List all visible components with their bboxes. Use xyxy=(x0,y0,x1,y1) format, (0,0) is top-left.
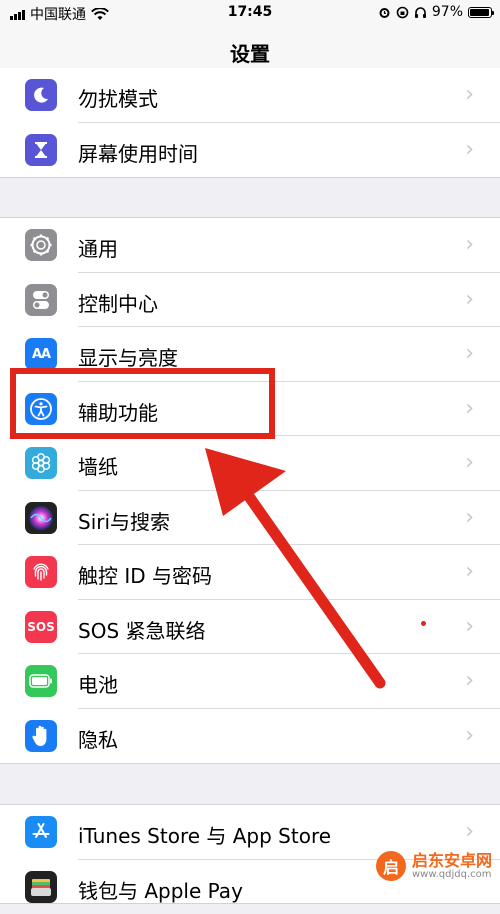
settings-row-privacy[interactable]: 隐私 › xyxy=(0,709,500,764)
battery-app-icon xyxy=(25,665,57,697)
settings-group-general: 通用 › 控制中心 › AA 显示与亮度 › 辅助功能 › xyxy=(0,217,500,764)
chevron-right-icon: › xyxy=(465,615,474,639)
settings-row-battery[interactable]: 电池 › xyxy=(0,654,500,709)
aa-icon: AA xyxy=(25,338,57,370)
chevron-right-icon: › xyxy=(465,138,474,162)
settings-row-label: 屏幕使用时间 xyxy=(78,138,198,167)
chevron-right-icon: › xyxy=(465,233,474,257)
highlight-box xyxy=(10,368,275,439)
status-bar: 中国联通 17:45 97% xyxy=(0,0,500,24)
battery-icon xyxy=(468,7,492,18)
watermark-title: 启东安卓网 xyxy=(412,852,492,870)
settings-row-control-center[interactable]: 控制中心 › xyxy=(0,273,500,328)
settings-row-general[interactable]: 通用 › xyxy=(0,218,500,273)
chevron-right-icon: › xyxy=(465,669,474,693)
page-title: 设置 xyxy=(230,38,270,67)
chevron-right-icon: › xyxy=(465,342,474,366)
rotation-lock-icon xyxy=(396,6,409,19)
chevron-right-icon: › xyxy=(465,83,474,107)
watermark-url: www.qdjdq.com xyxy=(412,869,492,880)
settings-row-label: iTunes Store 与 App Store xyxy=(78,820,331,849)
chevron-right-icon: › xyxy=(465,560,474,584)
chevron-right-icon: › xyxy=(465,820,474,844)
hand-icon xyxy=(25,720,57,752)
settings-row-do-not-disturb[interactable]: 勿扰模式 › xyxy=(0,68,500,123)
settings-row-label: 隐私 xyxy=(78,724,118,753)
settings-row-label: Siri与搜索 xyxy=(78,506,170,535)
fingerprint-icon xyxy=(25,556,57,588)
app-store-icon xyxy=(25,816,57,848)
settings-row-emergency-sos[interactable]: SOS SOS 紧急联络 › xyxy=(0,600,500,655)
settings-row-touch-id-passcode[interactable]: 触控 ID 与密码 › xyxy=(0,545,500,600)
settings-row-label: 勿扰模式 xyxy=(78,83,158,112)
flower-icon xyxy=(25,447,57,479)
battery-percent: 97% xyxy=(432,4,463,20)
settings-row-label: 钱包与 Apple Pay xyxy=(78,875,243,904)
chevron-right-icon: › xyxy=(465,451,474,475)
siri-icon xyxy=(25,502,57,534)
settings-row-siri-search[interactable]: Siri与搜索 › xyxy=(0,491,500,546)
wallet-icon xyxy=(25,871,57,903)
watermark-logo: 启 xyxy=(376,851,406,881)
settings-row-label: SOS 紧急联络 xyxy=(78,615,206,644)
settings-row-label: 通用 xyxy=(78,233,118,262)
red-dot-marker xyxy=(421,621,426,626)
gear-icon xyxy=(25,229,57,261)
chevron-right-icon: › xyxy=(465,506,474,530)
chevron-right-icon: › xyxy=(465,724,474,748)
chevron-right-icon: › xyxy=(465,397,474,421)
settings-row-label: 电池 xyxy=(78,669,118,698)
settings-row-label: 墙纸 xyxy=(78,451,118,480)
settings-row-label: 显示与亮度 xyxy=(78,342,178,371)
toggles-icon xyxy=(25,284,57,316)
alarm-icon xyxy=(378,6,391,19)
headphones-icon xyxy=(414,6,427,19)
sos-icon: SOS xyxy=(25,611,57,643)
chevron-right-icon: › xyxy=(465,288,474,312)
hourglass-icon xyxy=(25,134,57,166)
settings-group-focus: 勿扰模式 › 屏幕使用时间 › xyxy=(0,68,500,178)
settings-row-label: 控制中心 xyxy=(78,288,158,317)
moon-icon xyxy=(25,79,57,111)
watermark: 启 启东安卓网 www.qdjdq.com xyxy=(376,851,492,881)
settings-row-screen-time[interactable]: 屏幕使用时间 › xyxy=(0,123,500,178)
settings-row-label: 触控 ID 与密码 xyxy=(78,560,212,589)
settings-row-wallpaper[interactable]: 墙纸 › xyxy=(0,436,500,491)
